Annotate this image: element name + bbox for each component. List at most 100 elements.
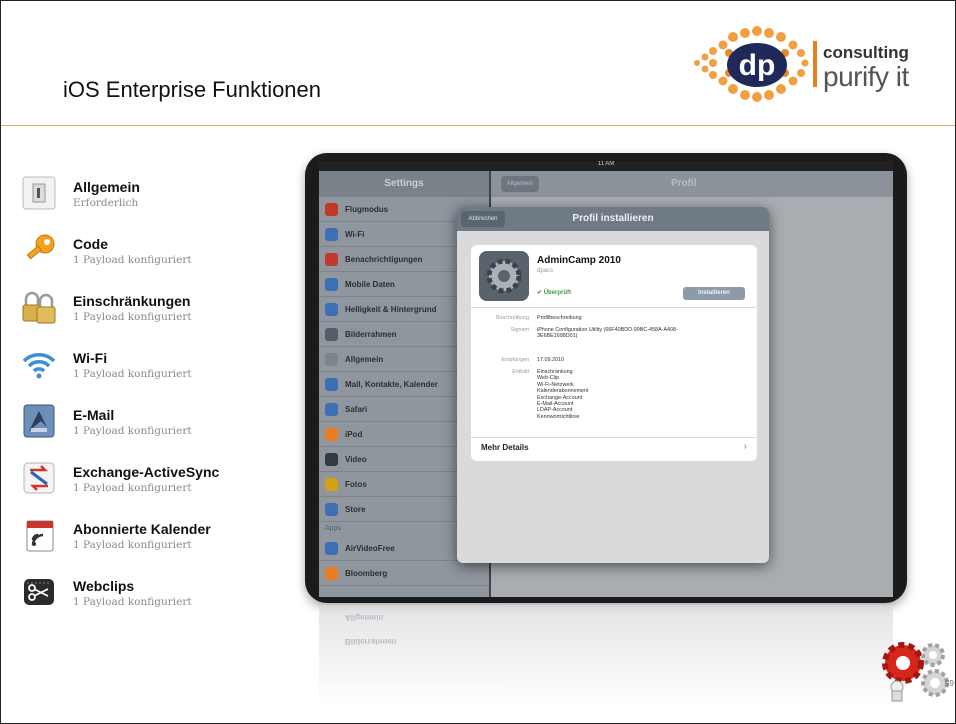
- settings-item-icon: [325, 328, 338, 341]
- detail-key: Empfangen: [501, 357, 529, 363]
- sidebar-item-label: Wi-Fi: [345, 230, 365, 239]
- sidebar-item-label: Bloomberg: [345, 569, 388, 578]
- svg-text:dp: dp: [739, 49, 776, 82]
- payload-status: 1 Payload konfiguriert: [73, 425, 192, 437]
- detail-key: Signiert: [510, 327, 529, 333]
- settings-item-icon: [325, 303, 338, 316]
- payload-name: Einschränkungen: [73, 293, 191, 309]
- reflection-item: Bilderrahmen: [345, 637, 397, 646]
- slide-title: iOS Enterprise Funktionen: [63, 77, 322, 102]
- detail-key: Beschreibung: [496, 315, 529, 321]
- more-details-link[interactable]: Mehr Details: [481, 443, 529, 452]
- settings-item-icon: [325, 278, 338, 291]
- payload-list: Allgemein Erforderlich Code 1 Payload ko…: [17, 171, 287, 627]
- mail-icon: [23, 404, 55, 438]
- header-divider: [1, 125, 955, 126]
- sidebar-item-label: Store: [345, 505, 366, 514]
- payload-item-einschraenkungen: Einschränkungen 1 Payload konfiguriert: [17, 285, 287, 342]
- app-icon: [325, 567, 338, 580]
- settings-gear-icon: [479, 251, 529, 301]
- sidebar-item-label: Allgemein: [345, 355, 384, 364]
- card-divider: [471, 307, 757, 308]
- payload-status: Erforderlich: [73, 197, 139, 209]
- ipad-screen: 11 AM Settings Flugmodus Wi-Fi Benachricht…: [319, 161, 893, 597]
- payload-status: 1 Payload konfiguriert: [73, 311, 192, 323]
- install-profile-dialog: Profil installieren Abbrechen AdminCamp …: [457, 207, 769, 563]
- detail-title: Profil: [671, 178, 697, 189]
- sidebar-title: Settings: [319, 171, 489, 197]
- general-icon: [22, 176, 56, 210]
- payload-item-email: E-Mail 1 Payload konfiguriert: [17, 399, 287, 456]
- profile-name: AdminCamp 2010: [537, 255, 621, 266]
- wifi-icon: [22, 353, 56, 379]
- sidebar-item-label: Mobile Daten: [345, 280, 395, 289]
- sidebar-item-label: Flugmodus: [345, 205, 389, 214]
- sidebar-item-label: iPod: [345, 430, 363, 439]
- settings-item-icon: [325, 453, 338, 466]
- payload-status: 1 Payload konfiguriert: [73, 596, 192, 608]
- payload-status: 1 Payload konfiguriert: [73, 254, 192, 266]
- status-bar: 11 AM: [319, 161, 893, 171]
- sidebar-item-label: Fotos: [345, 480, 367, 489]
- settings-item-icon: [325, 378, 338, 391]
- gears-mascot-icon: [882, 642, 949, 702]
- logo-dot-mark-icon: dp: [694, 26, 809, 102]
- settings-item-icon: [325, 203, 338, 216]
- sidebar-item-label: Bilderrahmen: [345, 330, 397, 339]
- sidebar-item-label: Mail, Kontakte, Kalender: [345, 380, 438, 389]
- card-divider: [471, 437, 757, 438]
- detail-value: 17.09.2010: [537, 357, 564, 363]
- locks-icon: [22, 291, 56, 324]
- logo-divider: [813, 41, 817, 87]
- cancel-button[interactable]: Abbrechen: [461, 211, 505, 227]
- back-button[interactable]: Allgemein: [501, 176, 539, 192]
- company-logo: dp consulting purify it: [689, 23, 929, 107]
- reflection-item: Allgemein: [345, 613, 384, 622]
- slide: iOS Enterprise Funktionen dp consulting …: [0, 0, 956, 724]
- payload-name: E-Mail: [73, 407, 115, 423]
- sidebar-item-label: Video: [345, 455, 367, 464]
- sidebar-item-label: Benachrichtigungen: [345, 255, 423, 264]
- detail-key: Enthält: [512, 369, 529, 375]
- calendar-icon: [26, 520, 54, 552]
- sidebar-app-item[interactable]: Bloomberg: [319, 561, 489, 586]
- payload-item-allgemein: Allgemein Erforderlich: [17, 171, 287, 228]
- logo-text-purify: purify it: [823, 61, 909, 92]
- app-icon: [325, 542, 338, 555]
- settings-item-icon: [325, 253, 338, 266]
- verified-status: ✔ Überprüft: [537, 290, 572, 296]
- payload-name: Abonnierte Kalender: [73, 521, 211, 537]
- chevron-right-icon[interactable]: ›: [744, 441, 747, 452]
- profile-card: AdminCamp 2010 dpacs ✔ Überprüft Install…: [471, 245, 757, 461]
- sidebar-item-label: AirVideoFree: [345, 544, 395, 553]
- payload-status: 1 Payload konfiguriert: [73, 482, 192, 494]
- payload-item-exchange: Exchange-ActiveSync 1 Payload konfigurie…: [17, 456, 287, 513]
- settings-item-icon: [325, 428, 338, 441]
- settings-item-icon: [325, 403, 338, 416]
- ipad-device-frame: 11 AM Settings Flugmodus Wi-Fi Benachricht…: [305, 153, 907, 603]
- payload-name: Webclips: [73, 578, 135, 594]
- payload-status: 1 Payload konfiguriert: [73, 368, 192, 380]
- payload-item-wifi: Wi-Fi 1 Payload konfiguriert: [17, 342, 287, 399]
- payload-name: Exchange-ActiveSync: [73, 464, 220, 480]
- payload-name: Wi-Fi: [73, 350, 108, 366]
- settings-item-icon: [325, 478, 338, 491]
- install-button[interactable]: Installieren: [683, 287, 745, 300]
- payload-item-webclips: Webclips 1 Payload konfiguriert: [17, 570, 287, 627]
- payload-status: 1 Payload konfiguriert: [73, 539, 192, 551]
- payload-name: Code: [73, 236, 108, 252]
- payload-item-code: Code 1 Payload konfiguriert: [17, 228, 287, 285]
- sidebar-item-label: Helligkeit & Hintergrund: [345, 305, 437, 314]
- exchange-icon: [23, 462, 55, 494]
- detail-value: Profilbeschreibung: [537, 315, 582, 321]
- profile-organization: dpacs: [537, 268, 554, 274]
- key-icon: [26, 234, 55, 260]
- settings-item-icon: [325, 353, 338, 366]
- payload-item-calendar: Abonnierte Kalender 1 Payload konfigurie…: [17, 513, 287, 570]
- detail-value: iPhone Configuration Utility (66F40BDD-9…: [537, 327, 678, 340]
- detail-value: Einschränkung Web-Clip Wi-Fi-Netzwerk Ka…: [537, 369, 589, 420]
- payload-name: Allgemein: [73, 179, 140, 195]
- logo-text-consulting: consulting: [823, 43, 909, 62]
- settings-item-icon: [325, 503, 338, 516]
- scissors-icon: [24, 579, 54, 605]
